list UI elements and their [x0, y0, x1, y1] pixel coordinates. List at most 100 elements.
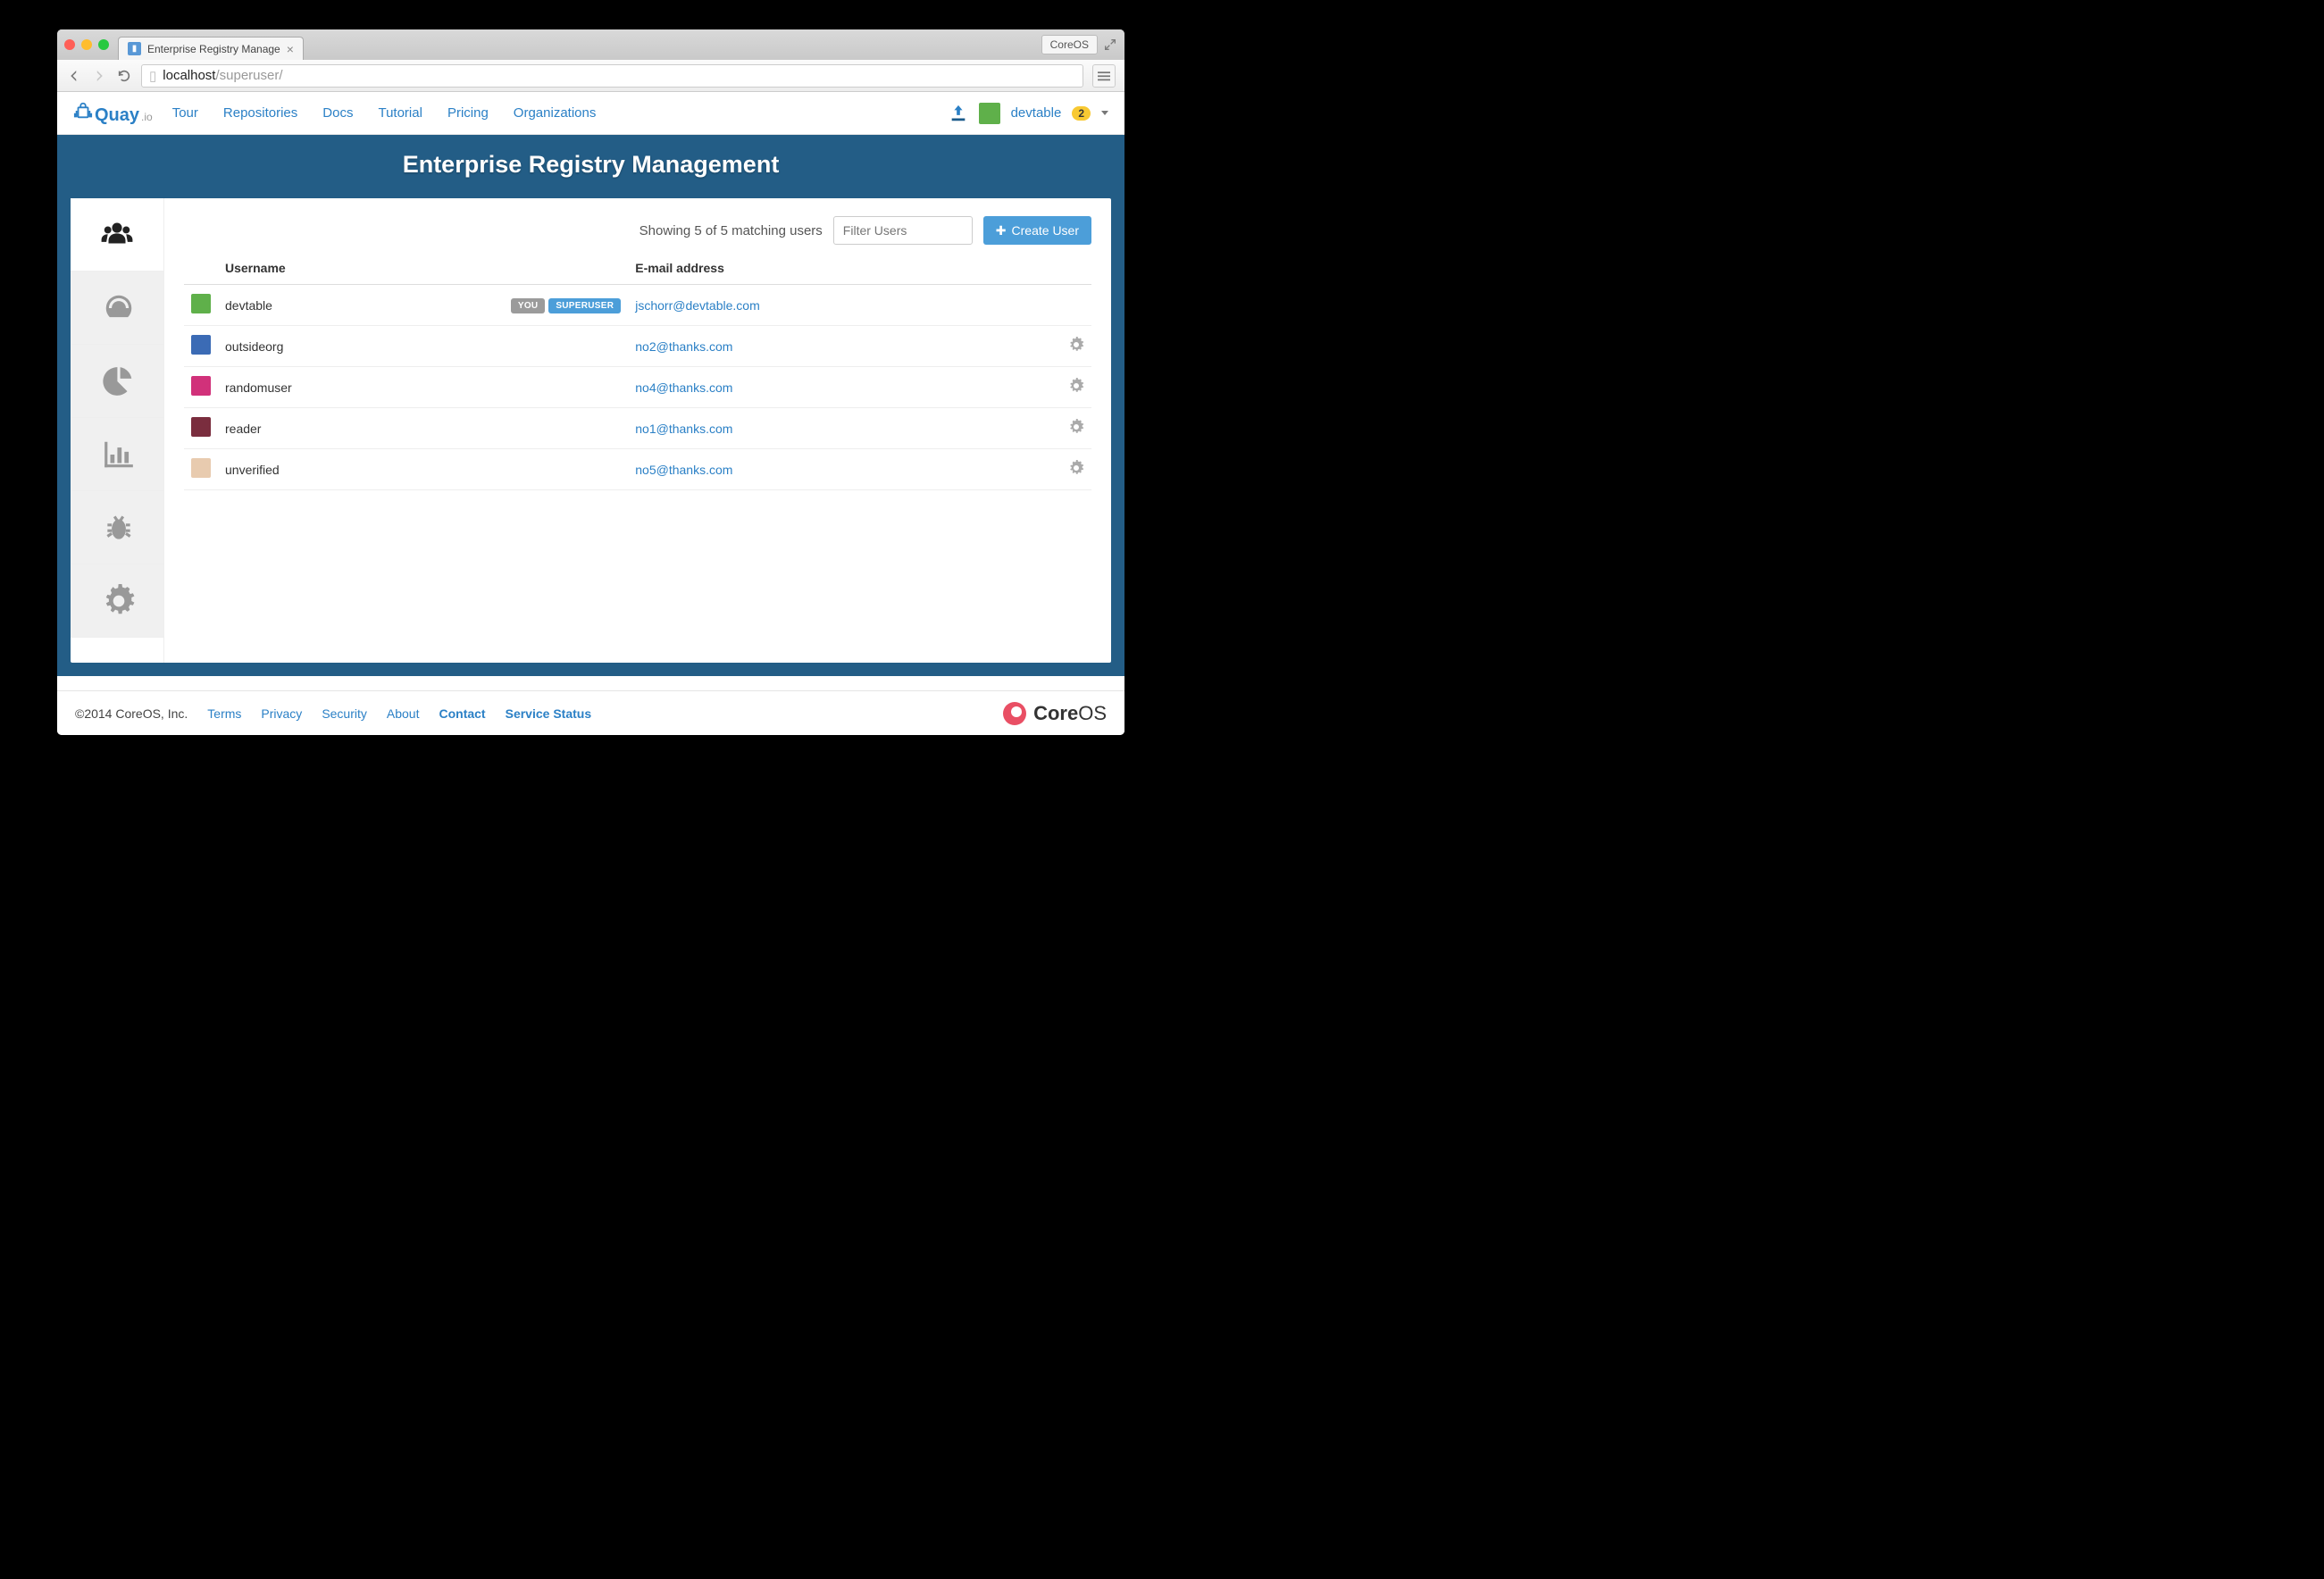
users-icon: [100, 218, 134, 252]
user-avatar-icon: [191, 417, 211, 437]
sidebar: [71, 198, 164, 663]
logo-text: Quay: [95, 105, 139, 126]
sidebar-item-dashboard[interactable]: [71, 272, 163, 345]
superuser-badge: SUPERUSER: [548, 298, 621, 313]
notification-badge[interactable]: 2: [1072, 106, 1091, 121]
user-name[interactable]: devtable: [1011, 105, 1062, 121]
main-panel: Showing 5 of 5 matching users ✚ Create U…: [71, 198, 1111, 663]
forward-button[interactable]: [91, 68, 107, 84]
footer-link-about[interactable]: About: [387, 706, 420, 721]
navbar-right: devtable 2: [949, 103, 1108, 124]
row-settings-button[interactable]: [1068, 382, 1084, 397]
url-host: localhost: [163, 68, 215, 83]
create-user-label: Create User: [1012, 223, 1079, 238]
address-bar[interactable]: ▯ localhost/superuser/: [141, 64, 1083, 88]
quay-logo-icon: [73, 101, 93, 121]
browser-tab[interactable]: ▮ Enterprise Registry Manage ×: [118, 37, 304, 60]
footer-link-privacy[interactable]: Privacy: [261, 706, 302, 721]
email-link[interactable]: no2@thanks.com: [635, 339, 732, 354]
coreos-footer-logo[interactable]: CoreOS: [1003, 702, 1107, 725]
quay-logo[interactable]: Quay.io: [73, 101, 153, 126]
user-avatar[interactable]: [979, 103, 1000, 124]
dashboard-icon: [102, 291, 136, 325]
footer-copyright: ©2014 CoreOS, Inc.: [75, 706, 188, 721]
cell-username: unverified: [218, 449, 467, 490]
content-area: Showing 5 of 5 matching users ✚ Create U…: [164, 198, 1111, 663]
url-path: /superuser/: [215, 68, 282, 83]
browser-menu-button[interactable]: [1092, 64, 1116, 88]
user-menu-caret-icon[interactable]: [1101, 111, 1108, 115]
page-hero: Enterprise Registry Management: [57, 135, 1124, 198]
sidebar-item-debug[interactable]: [71, 491, 163, 564]
nav-link-tutorial[interactable]: Tutorial: [378, 105, 422, 121]
user-avatar-icon: [191, 294, 211, 313]
coreos-logo-bold: Core: [1033, 702, 1078, 724]
table-row: devtable YOU SUPERUSER jschorr@devtable.co…: [184, 285, 1091, 326]
tab-title: Enterprise Registry Manage: [147, 43, 280, 55]
logo-suffix: .io: [141, 111, 153, 123]
table-row: outsideorgno2@thanks.com: [184, 326, 1091, 367]
email-link[interactable]: no4@thanks.com: [635, 380, 732, 395]
minimize-window-button[interactable]: [81, 39, 92, 50]
row-settings-button[interactable]: [1068, 423, 1084, 438]
table-row: randomuser no4@thanks.com: [184, 367, 1091, 408]
navbar-links: Tour Repositories Docs Tutorial Pricing …: [172, 105, 597, 121]
coreos-extension-button[interactable]: CoreOS: [1041, 35, 1098, 54]
plus-icon: ✚: [996, 223, 1007, 238]
email-link[interactable]: no1@thanks.com: [635, 422, 732, 436]
reload-button[interactable]: [116, 68, 132, 84]
fullscreen-icon[interactable]: [1103, 38, 1117, 52]
upload-icon[interactable]: [949, 104, 968, 123]
sidebar-item-usage[interactable]: [71, 345, 163, 418]
sidebar-item-settings[interactable]: [71, 564, 163, 638]
user-avatar-icon: [191, 335, 211, 355]
footer-link-contact[interactable]: Contact: [439, 706, 485, 721]
cell-username: reader: [218, 408, 467, 449]
nav-link-pricing[interactable]: Pricing: [447, 105, 489, 121]
maximize-window-button[interactable]: [98, 39, 109, 50]
close-window-button[interactable]: [64, 39, 75, 50]
page-body: Showing 5 of 5 matching users ✚ Create U…: [57, 198, 1124, 676]
bar-chart-icon: [102, 438, 136, 472]
user-avatar-icon: [191, 458, 211, 478]
nav-link-organizations[interactable]: Organizations: [514, 105, 597, 121]
pie-chart-icon: [102, 364, 136, 398]
back-button[interactable]: [66, 68, 82, 84]
row-settings-button[interactable]: [1068, 341, 1084, 355]
footer-link-security[interactable]: Security: [322, 706, 367, 721]
row-settings-button[interactable]: [1068, 464, 1084, 479]
create-user-button[interactable]: ✚ Create User: [983, 216, 1091, 245]
filter-users-input[interactable]: [833, 216, 973, 245]
sidebar-item-users[interactable]: [71, 198, 163, 272]
email-link[interactable]: jschorr@devtable.com: [635, 298, 760, 313]
results-status: Showing 5 of 5 matching users: [640, 223, 823, 238]
page-title: Enterprise Registry Management: [57, 151, 1124, 179]
col-email: E-mail address: [628, 252, 1056, 285]
email-link[interactable]: no5@thanks.com: [635, 463, 732, 477]
content-header: Showing 5 of 5 matching users ✚ Create U…: [184, 216, 1091, 245]
sidebar-item-logs[interactable]: [71, 418, 163, 491]
gear-icon: [102, 584, 136, 618]
footer: ©2014 CoreOS, Inc. Terms Privacy Securit…: [57, 690, 1124, 735]
user-avatar-icon: [191, 376, 211, 396]
page-icon: ▯: [149, 68, 156, 84]
browser-window: ▮ Enterprise Registry Manage × CoreOS ▯ …: [57, 29, 1124, 735]
cell-username: randomuser: [218, 367, 467, 408]
table-row: reader no1@thanks.com: [184, 408, 1091, 449]
bug-icon: [102, 511, 136, 545]
close-tab-icon[interactable]: ×: [287, 42, 294, 56]
coreos-logo-light: OS: [1078, 702, 1107, 724]
footer-link-status[interactable]: Service Status: [506, 706, 592, 721]
footer-link-terms[interactable]: Terms: [207, 706, 241, 721]
you-badge: YOU: [511, 298, 546, 313]
favicon-icon: ▮: [128, 42, 141, 55]
nav-link-docs[interactable]: Docs: [322, 105, 353, 121]
nav-link-repositories[interactable]: Repositories: [223, 105, 297, 121]
cell-username: devtable: [218, 285, 467, 326]
col-username: Username: [218, 252, 467, 285]
tab-strip: ▮ Enterprise Registry Manage × CoreOS: [57, 29, 1124, 60]
nav-link-tour[interactable]: Tour: [172, 105, 198, 121]
app-navbar: Quay.io Tour Repositories Docs Tutorial …: [57, 92, 1124, 135]
coreos-icon: [1003, 702, 1026, 725]
browser-toolbar: ▯ localhost/superuser/: [57, 60, 1124, 92]
